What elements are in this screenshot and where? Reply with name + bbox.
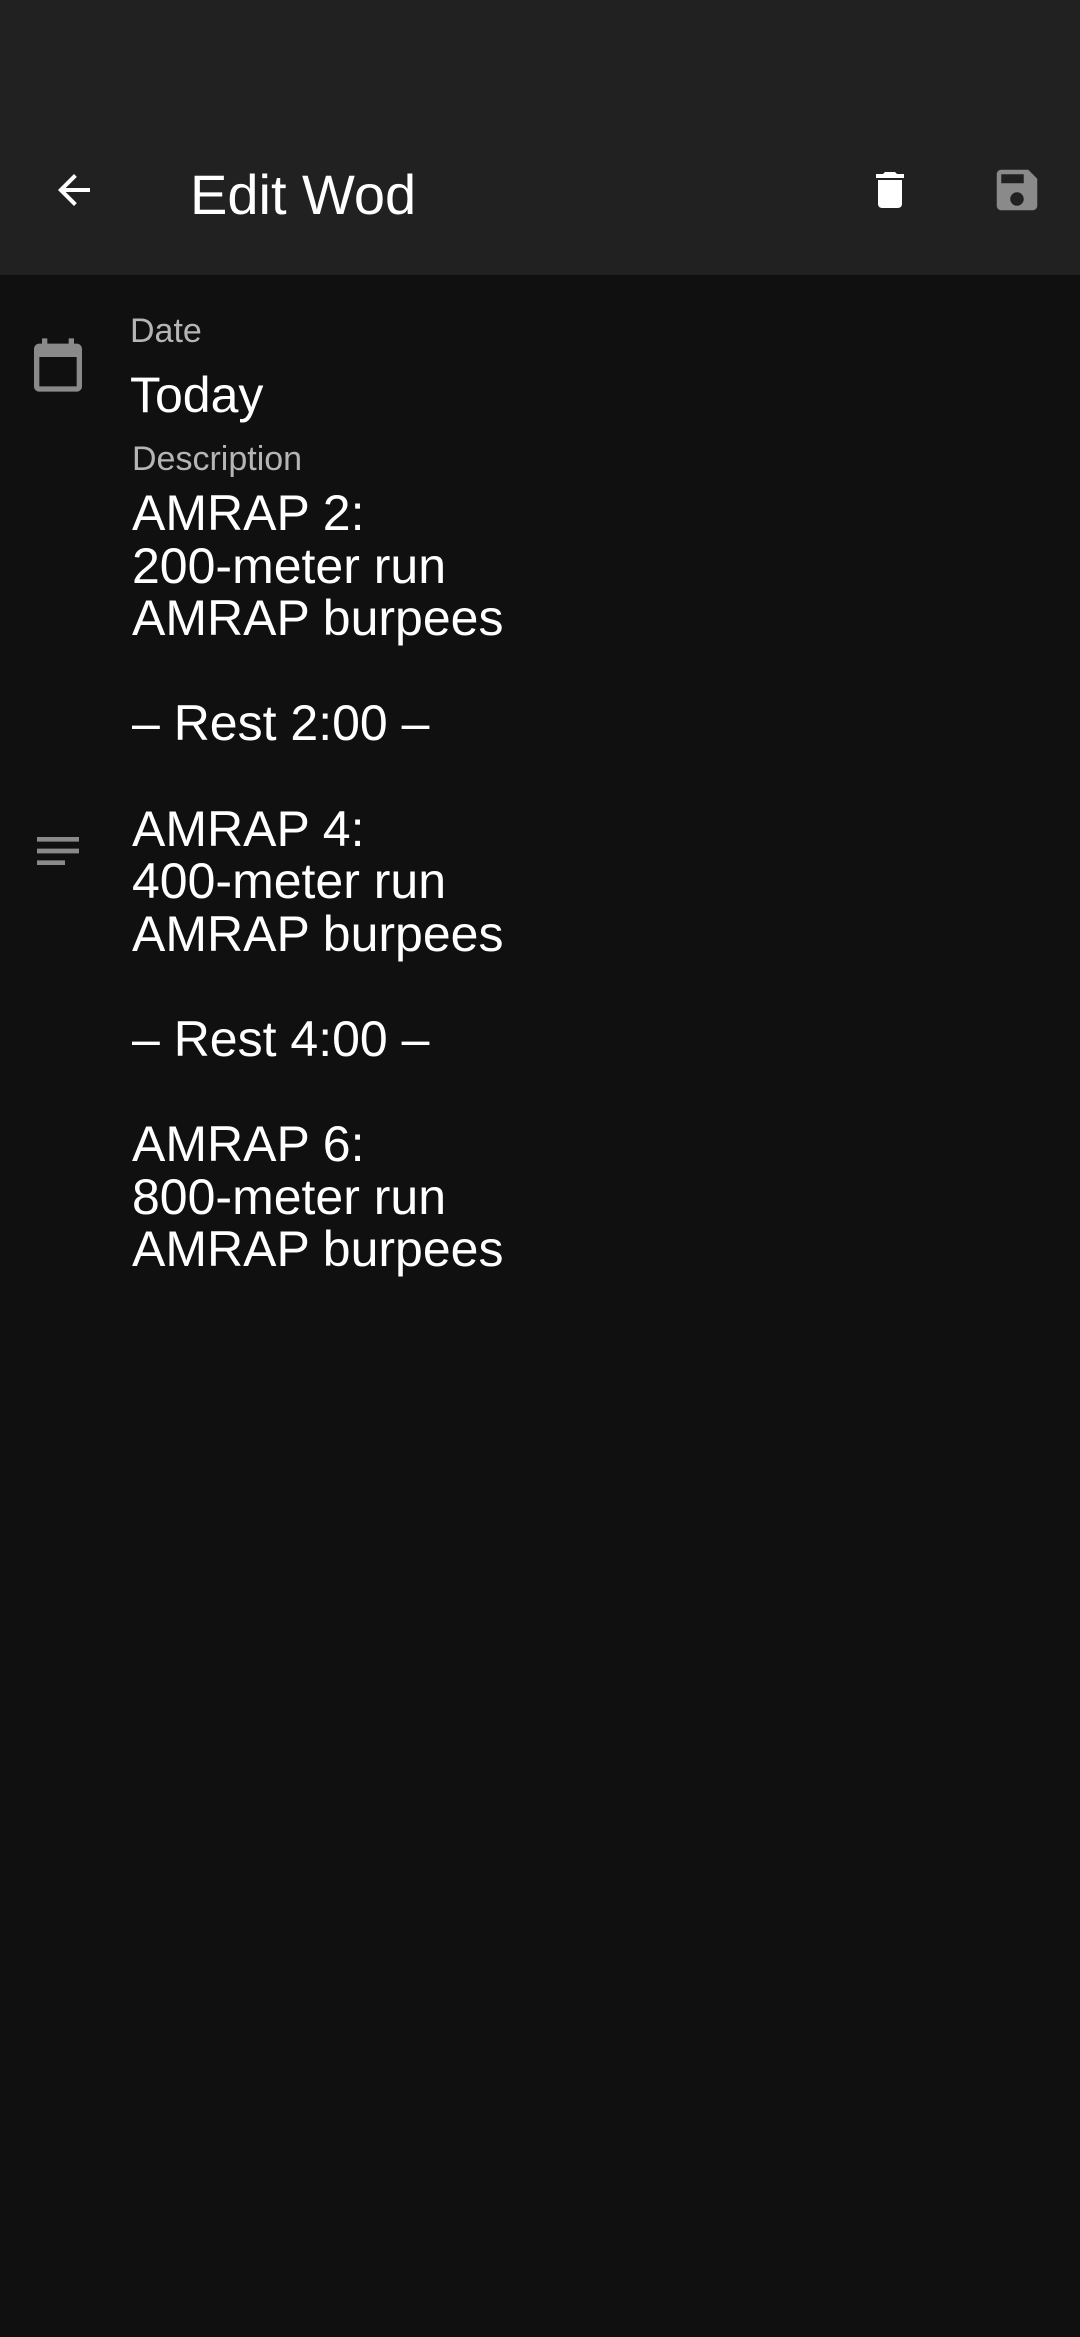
notes-icon xyxy=(37,837,79,865)
save-button[interactable] xyxy=(981,154,1053,226)
app-bar: Edit Wod xyxy=(0,100,1080,275)
delete-button[interactable] xyxy=(854,154,926,226)
calendar-icon xyxy=(34,338,82,392)
description-row-icon xyxy=(26,819,90,883)
trash-icon xyxy=(876,172,904,208)
arrow-back-icon xyxy=(58,174,90,206)
date-field[interactable]: Today xyxy=(130,365,263,425)
description-field[interactable]: AMRAP 2: 200-meter run AMRAP burpees – R… xyxy=(132,487,1032,1276)
edit-form: Date Today Description AMRAP 2: 200-mete… xyxy=(0,275,1080,2337)
description-label: Description xyxy=(132,440,303,478)
date-label: Date xyxy=(130,312,202,350)
page-title: Edit Wod xyxy=(190,163,417,226)
floppy-disk-icon xyxy=(996,169,1038,211)
status-bar xyxy=(0,0,1080,100)
back-button[interactable] xyxy=(38,154,110,226)
date-row-icon xyxy=(26,333,90,397)
